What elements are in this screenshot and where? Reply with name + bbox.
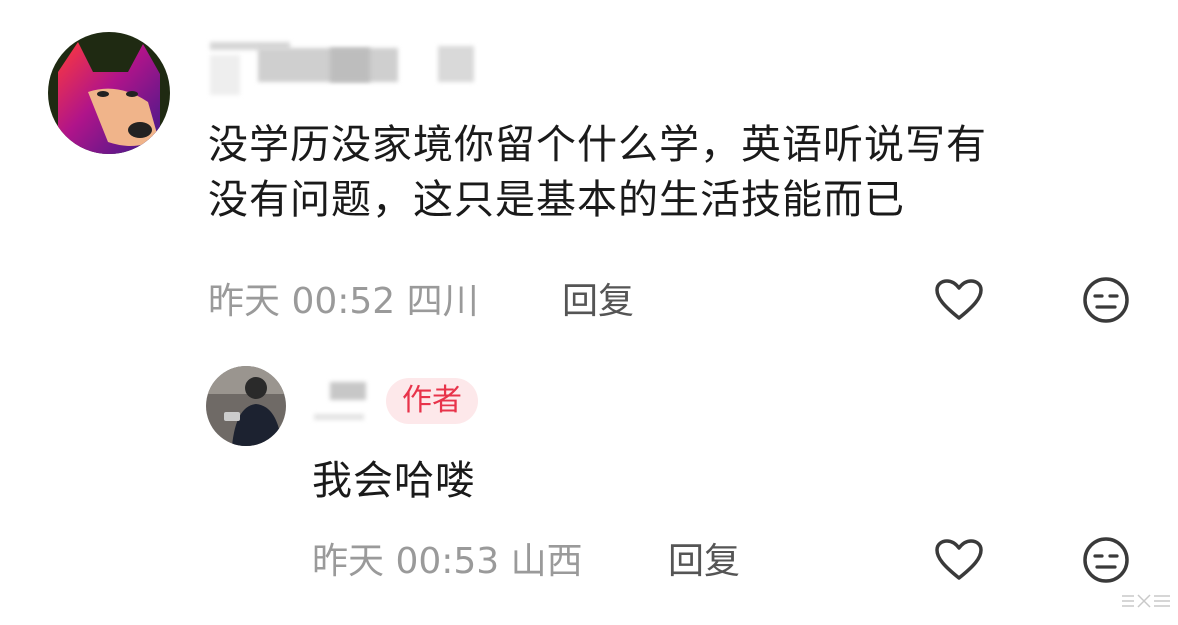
reply-text: 我会哈喽 [312,458,476,504]
comment-text-line: 没有问题，这只是基本的生活技能而已 [208,177,905,223]
commenter-avatar[interactable] [48,32,170,154]
reply-time: 昨天 00:53 [312,541,500,582]
reply-location: 山西 [510,541,583,582]
author-badge: 作者 [386,378,478,424]
author-avatar[interactable] [206,366,286,446]
neutral-face-icon[interactable] [1082,536,1130,584]
reply-button[interactable]: 回复 [562,272,634,324]
watermark [1120,592,1172,610]
neutral-face-icon[interactable] [1082,276,1130,324]
comment-text: 没学历没家境你留个什么学，英语听说写有 没有问题，这只是基本的生活技能而已 [208,118,1148,228]
comment-text-line: 没学历没家境你留个什么学，英语听说写有 [208,122,987,168]
comment-meta: 昨天 00:52 四川 [208,272,479,324]
comment-time: 昨天 00:52 [208,281,396,322]
reply-button[interactable]: 回复 [668,532,740,584]
reply-meta: 昨天 00:53 山西 [312,532,583,584]
heart-icon[interactable] [934,278,984,322]
heart-icon[interactable] [934,538,984,582]
comment-location: 四川 [406,281,479,322]
